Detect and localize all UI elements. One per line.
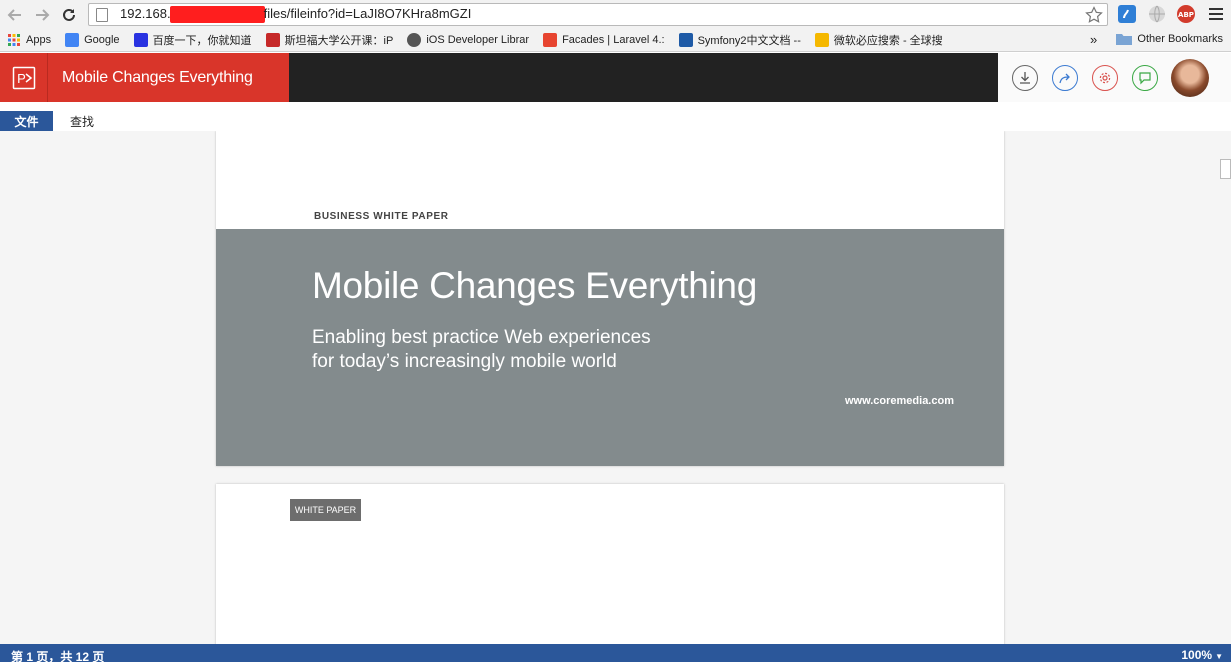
bookmark-label: 百度一下，你就知道 [152,35,252,47]
bookmark-label: Apps [26,34,52,46]
subtitle-line-2: for today’s increasingly mobile world [312,351,617,372]
document-page-1: BUSINESS WHITE PAPER Mobile Changes Ever… [216,131,1004,466]
reload-icon[interactable] [57,3,81,27]
tab-find[interactable]: 查找 [60,111,104,131]
document-title: Mobile Changes Everything [62,68,253,86]
document-page-2: WHITE PAPER [216,484,1004,644]
user-avatar[interactable] [1171,58,1209,97]
url-redaction [169,5,265,23]
zoom-control[interactable]: 100% ▼ [1181,648,1223,662]
bookmark-symfony[interactable]: Symfony2中文文档 -- [678,32,801,48]
bookmark-laravel[interactable]: Facades | Laravel 4.: [543,33,665,47]
other-bookmarks[interactable]: Other Bookmarks [1116,33,1223,45]
title-banner: Mobile Changes Everything Enabling best … [216,229,1004,466]
bookmark-label: Facades | Laravel 4.: [562,34,665,46]
stanford-icon [265,33,280,47]
back-icon[interactable] [3,3,27,27]
folder-icon [1116,34,1133,45]
app-title-block: P Mobile Changes Everything [0,53,289,102]
extension-icon-globe[interactable] [1147,4,1167,24]
powerpoint-icon: P [0,53,48,102]
bookmark-apps[interactable]: Apps [7,33,51,47]
zoom-level: 100% [1181,648,1213,662]
share-icon[interactable] [1052,64,1078,91]
page-indicator: 第 1 页，共 12 页 [11,650,105,662]
ribbon: 文件 查找 [0,102,1231,131]
download-icon[interactable] [1012,64,1038,91]
url-text: 192.168. files/fileinfo?id=LaJI8O7KHra8mG… [120,5,472,23]
tab-file[interactable]: 文件 [0,111,53,131]
google-icon [65,33,80,47]
bookmark-label: Symfony2中文文档 -- [697,35,801,47]
bookmark-star-icon[interactable] [1085,6,1103,27]
bookmark-ios-library[interactable]: iOS Developer Librar [407,33,529,47]
settings-gear-icon[interactable] [1092,64,1118,91]
other-bookmarks-label: Other Bookmarks [1137,33,1223,45]
page-icon [96,7,108,22]
bookmark-label: 斯坦福大学公开课：iP [284,35,394,47]
bing-icon [814,33,829,47]
symfony-icon [678,33,693,47]
page-title: Mobile Changes Everything [312,265,757,306]
url-prefix: 192.168. [120,6,171,22]
bookmarks-bar: Apps Google 百度一下，你就知道 斯坦福大学公开课：iP iOS De… [0,29,1231,52]
side-panel-toggle[interactable] [1220,159,1231,179]
page-website: www.coremedia.com [844,395,954,407]
chevron-down-icon: ▼ [1215,652,1223,661]
menu-icon[interactable] [1206,4,1226,24]
page-kicker: BUSINESS WHITE PAPER [314,211,449,222]
forward-icon[interactable] [30,3,54,27]
svg-text:ABP: ABP [1178,11,1194,19]
laravel-icon [543,33,558,47]
subtitle-line-1: Enabling best practice Web experiences [312,327,651,348]
bookmark-bing[interactable]: 微软必应搜索 - 全球搜 [814,32,943,48]
bookmark-label: 微软必应搜索 - 全球搜 [833,35,943,47]
apps-grid-icon [8,34,20,46]
apple-icon [407,33,422,47]
url-suffix: files/fileinfo?id=LaJI8O7KHra8mGZI [263,6,472,22]
bookmark-stanford[interactable]: 斯坦福大学公开课：iP [265,32,394,48]
adblock-icon[interactable]: ABP [1176,4,1196,24]
comment-icon[interactable] [1132,64,1158,91]
extension-icon-blue[interactable] [1117,4,1137,24]
bookmark-label: iOS Developer Librar [426,34,530,46]
page-subtitle: Enabling best practice Web experiences f… [312,326,732,374]
bookmark-baidu[interactable]: 百度一下，你就知道 [133,32,252,48]
bookmark-label: Google [84,34,120,46]
document-viewer[interactable]: BUSINESS WHITE PAPER Mobile Changes Ever… [0,131,1231,644]
bookmarks-overflow-button[interactable]: » [1090,32,1097,47]
svg-text:P: P [17,71,26,86]
address-bar[interactable]: 192.168. files/fileinfo?id=LaJI8O7KHra8mG… [88,3,1108,26]
page-tag: WHITE PAPER [290,499,361,521]
status-bar: 第 1 页，共 12 页 100% ▼ [0,644,1231,662]
bookmark-google[interactable]: Google [65,33,120,47]
header-actions [998,53,1231,102]
baidu-icon [133,33,148,47]
app-header: P Mobile Changes Everything [0,53,1231,102]
